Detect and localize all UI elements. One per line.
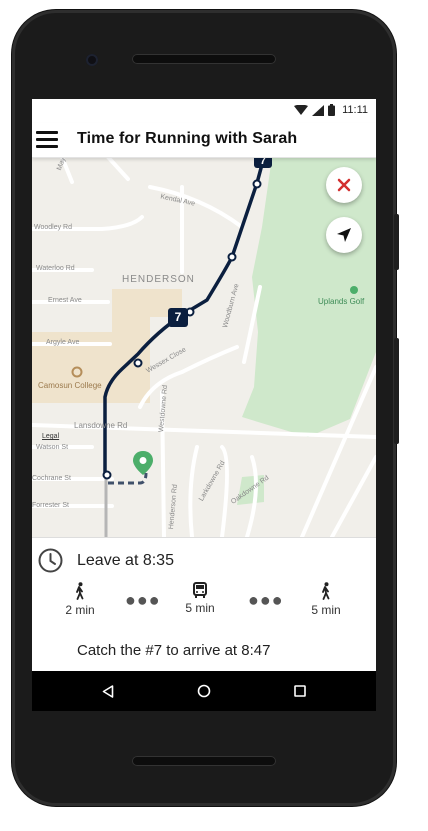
walk-icon (322, 582, 330, 600)
close-icon (337, 178, 351, 192)
step-separator: ●●● (125, 590, 161, 610)
step-separator: ●●● (248, 590, 284, 610)
route-map[interactable]: 7 7 Mayfair Dr Kendal Ave Woodley Rd Wat… (32, 157, 376, 537)
recents-button[interactable] (290, 681, 310, 701)
leave-time-row: Leave at 8:35 (38, 548, 174, 573)
front-camera (86, 54, 98, 66)
hamburger-menu-icon[interactable] (36, 130, 58, 148)
power-button (394, 214, 399, 270)
street-label: Watson St (36, 444, 69, 451)
legal-link[interactable]: Legal (42, 433, 59, 440)
catch-bus-text: Catch the #7 to arrive at 8:47 (77, 642, 271, 659)
bus-route-badge: 7 (168, 308, 188, 327)
destination-pin-icon (133, 451, 153, 475)
walk-step: 2 min (62, 582, 98, 617)
status-bar: 11:11 (32, 99, 376, 123)
walk-step-duration: 5 min (311, 603, 341, 617)
battery-icon (328, 104, 336, 116)
street-label: Woodley Rd (34, 224, 73, 231)
wifi-icon (294, 104, 309, 115)
map-background (32, 157, 376, 537)
bus-step-duration: 5 min (185, 601, 215, 615)
place-label-golf: Uplands Golf (318, 297, 365, 306)
trip-summary-panel[interactable]: Leave at 8:35 2 min ●●● 5 min ●●● 5 min … (32, 537, 376, 672)
page-title: Time for Running with Sarah (77, 130, 298, 147)
walk-icon (76, 582, 84, 600)
back-triangle-icon (102, 684, 114, 698)
bus-icon (193, 582, 207, 598)
cell-signal-icon (312, 104, 325, 116)
home-circle-icon (197, 684, 211, 698)
street-label: Lansdowne Rd (74, 421, 128, 430)
place-label-college: Camosun College (38, 381, 102, 390)
bottom-speaker (132, 756, 276, 766)
recents-square-icon (294, 685, 306, 697)
app-bar: Time for Running with Sarah (32, 123, 376, 158)
bus-step: 5 min (182, 582, 218, 615)
street-label: Ernest Ave (48, 297, 82, 304)
neighborhood-label: HENDERSON (122, 274, 195, 285)
street-label: Cochrane St (32, 475, 71, 482)
close-button[interactable] (326, 167, 362, 203)
my-location-button[interactable] (326, 217, 362, 253)
street-label: Waterloo Rd (36, 265, 75, 272)
street-label: Argyle Ave (46, 339, 80, 346)
leave-time-text: Leave at 8:35 (77, 551, 174, 569)
system-nav-bar (32, 671, 376, 711)
clock-icon (38, 548, 63, 573)
volume-button (394, 338, 399, 444)
navigation-arrow-icon (337, 228, 351, 242)
street-label: Forrester St (32, 502, 69, 509)
screen: 11:11 Time for Running with Sarah 7 7 Ke… (32, 99, 376, 711)
walk-step-duration: 2 min (65, 603, 95, 617)
home-button[interactable] (194, 681, 214, 701)
status-time: 11:11 (342, 104, 368, 116)
walk-step: 5 min (308, 582, 344, 617)
bus-route-badge-top: 7 (254, 157, 272, 168)
earpiece-speaker (132, 54, 276, 64)
back-button[interactable] (98, 681, 118, 701)
